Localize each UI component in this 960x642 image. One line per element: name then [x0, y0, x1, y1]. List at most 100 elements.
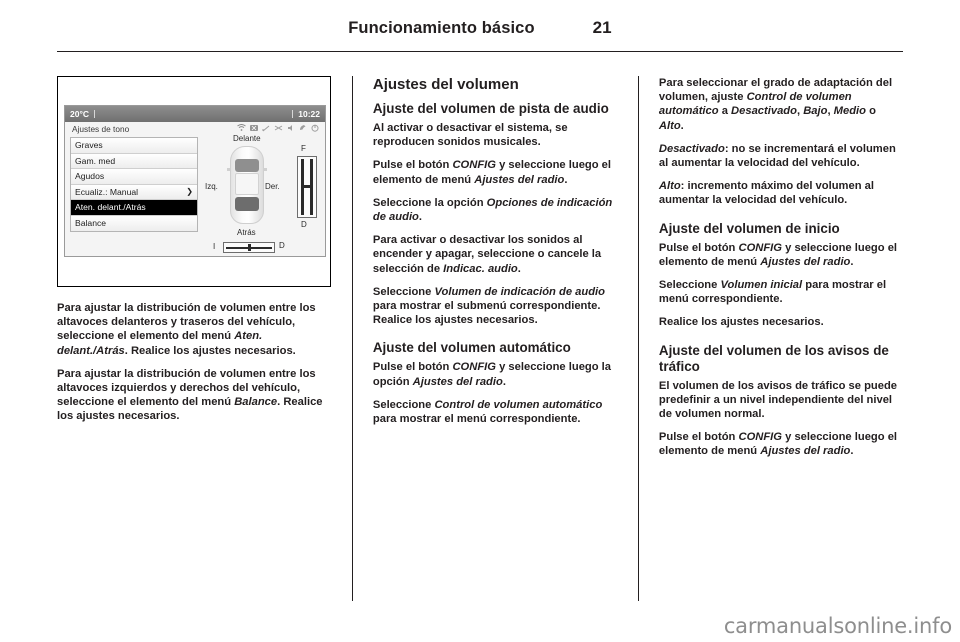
column-left: 20°C 10:22 Ajustes de tono Graves Gam. m…	[57, 76, 331, 601]
plain-text: Seleccione	[658, 279, 721, 292]
emphasis-text: Alto	[658, 180, 681, 193]
car-windshield	[235, 159, 259, 172]
paragraph: Para ajustar la distribución de volumen …	[57, 367, 331, 424]
plain-text: para mostrar el submenú correspondiente.…	[372, 300, 601, 327]
wifi-icon	[237, 124, 246, 132]
menu-item-aten-delant-atras[interactable]: Aten. delant./Atrás	[71, 200, 197, 216]
paragraph: Pulse el botón CONFIG y seleccione luego…	[373, 360, 617, 388]
screen-status-bar: 20°C 10:22	[65, 106, 325, 122]
emphasis-text: Control de volumen automático	[434, 398, 603, 411]
car-mirror-left	[227, 168, 231, 171]
site-watermark: carmanualsonline.info	[723, 614, 952, 638]
label-right: Der.	[265, 182, 280, 191]
clock-readout: 10:22	[298, 109, 320, 119]
page-number: 21	[592, 18, 612, 37]
emphasis-text: Indicac. audio	[443, 262, 518, 275]
plain-text: Al activar o desactivar el sistema, se r…	[372, 122, 568, 149]
menu-item-label: Balance	[75, 218, 107, 229]
plain-text: Seleccione	[372, 285, 435, 298]
infotainment-figure: 20°C 10:22 Ajustes de tono Graves Gam. m…	[57, 76, 331, 287]
plain-text: Para ajustar la distribución de volumen …	[57, 302, 316, 343]
emphasis-text: CONFIG	[738, 241, 782, 254]
plain-text: El volumen de los avisos de tráfico se p…	[658, 379, 898, 421]
label-left: Izq.	[205, 182, 218, 191]
fader-slider-vertical[interactable]	[297, 156, 317, 218]
emphasis-text: Ajustes del radio	[412, 375, 503, 388]
emphasis-text: Bajo	[803, 105, 828, 118]
tone-settings-menu[interactable]: Graves Gam. med Agudos Ecualiz.: Manual …	[70, 137, 198, 232]
content-columns: 20°C 10:22 Ajustes de tono Graves Gam. m…	[57, 76, 903, 601]
paragraph: Alto: incremento máximo del volumen al a…	[659, 179, 903, 207]
menu-item-label: Gam. med	[75, 155, 116, 166]
menu-item-agudos[interactable]: Agudos	[71, 169, 197, 185]
emphasis-text: Ajustes del radio	[474, 173, 565, 186]
plain-text: Pulse el botón	[372, 159, 453, 172]
paragraph: Para activar o desactivar los sonidos al…	[373, 233, 617, 276]
subsection-heading: Ajuste del volumen de pista de audio	[372, 101, 609, 116]
screen-title: Ajustes de tono	[72, 124, 130, 134]
slider-knob[interactable]	[301, 185, 313, 188]
plain-text: .	[502, 375, 506, 388]
balance-slider-horizontal[interactable]	[223, 242, 275, 253]
temperature-readout: 20°C	[70, 109, 89, 119]
paragraph: Pulse el botón CONFIG y seleccione luego…	[659, 430, 903, 458]
plain-text: para mostrar el menú correspondiente.	[372, 413, 581, 426]
infotainment-screen: 20°C 10:22 Ajustes de tono Graves Gam. m…	[64, 105, 326, 257]
header-divider	[57, 51, 903, 53]
emphasis-text: CONFIG	[452, 361, 496, 374]
paragraph: Desactivado: no se incrementará el volum…	[659, 142, 903, 170]
label-slider-rear: D	[301, 220, 307, 229]
plain-text: Pulse el botón	[372, 361, 453, 374]
emphasis-text: Volumen inicial	[720, 279, 803, 292]
status-separator	[94, 110, 95, 118]
manual-page: Funcionamiento básico 21 20°C 10:22 Ajus…	[0, 0, 960, 642]
slider-knob[interactable]	[248, 244, 251, 251]
emphasis-text: Desactivado	[731, 105, 797, 118]
column-right: Para seleccionar el grado de adaptación …	[659, 76, 903, 601]
status-separator	[292, 110, 294, 118]
menu-item-gam-med[interactable]: Gam. med	[71, 153, 197, 169]
plain-text: o	[865, 105, 876, 118]
subsection-heading: Ajuste del volumen automático	[372, 340, 571, 356]
page-title: Funcionamiento básico	[348, 19, 535, 37]
menu-item-ecualiz[interactable]: Ecualiz.: Manual ❯	[71, 184, 197, 200]
plain-text: Pulse el botón	[658, 431, 739, 444]
subsection-heading: Ajuste del volumen de los avisos de tráf…	[658, 342, 889, 374]
plain-text: .	[680, 119, 684, 132]
plain-text: .	[517, 262, 521, 275]
emphasis-text: Balance	[234, 396, 278, 409]
label-slider-right: D	[279, 241, 285, 250]
label-rear: Atrás	[237, 228, 256, 237]
shuffle-icon	[274, 124, 283, 132]
label-slider-left: I	[213, 242, 216, 251]
screen-status-icons	[237, 124, 319, 132]
plain-text: : incremento máximo del volumen al aumen…	[658, 180, 875, 207]
chevron-right-icon: ❯	[186, 187, 193, 197]
plain-text: Seleccione	[372, 398, 435, 411]
paragraph: Pulse el botón CONFIG y seleccione luego…	[373, 158, 617, 186]
menu-item-label: Graves	[75, 140, 103, 151]
emphasis-text: CONFIG	[738, 431, 782, 444]
paragraph: El volumen de los avisos de tráfico se p…	[659, 379, 903, 422]
emphasis-text: Alto	[658, 119, 681, 132]
paragraph: Al activar o desactivar el sistema, se r…	[373, 121, 617, 149]
plain-text: .	[564, 173, 568, 186]
menu-item-balance[interactable]: Balance	[71, 215, 197, 231]
signal-icon	[262, 124, 270, 132]
plain-text: . Realice los ajustes necesarios.	[124, 344, 296, 357]
mute-icon	[287, 124, 295, 132]
emphasis-text: Desactivado	[658, 142, 725, 155]
emphasis-text: Ajustes del radio	[760, 255, 851, 268]
column-gap	[617, 76, 638, 601]
plain-text: a	[718, 105, 732, 118]
subsection-heading: Ajuste del volumen de inicio	[658, 220, 840, 236]
column-gap	[638, 76, 659, 601]
paragraph: Para ajustar la distribución de volumen …	[57, 301, 331, 358]
emphasis-text: CONFIG	[452, 159, 496, 172]
car-roof	[235, 173, 259, 195]
plain-text: Seleccione la opción	[372, 196, 487, 209]
menu-item-graves[interactable]: Graves	[71, 138, 197, 154]
column-gap	[331, 76, 352, 601]
emphasis-text: Medio	[833, 105, 866, 118]
car-top-view-icon	[227, 146, 267, 224]
